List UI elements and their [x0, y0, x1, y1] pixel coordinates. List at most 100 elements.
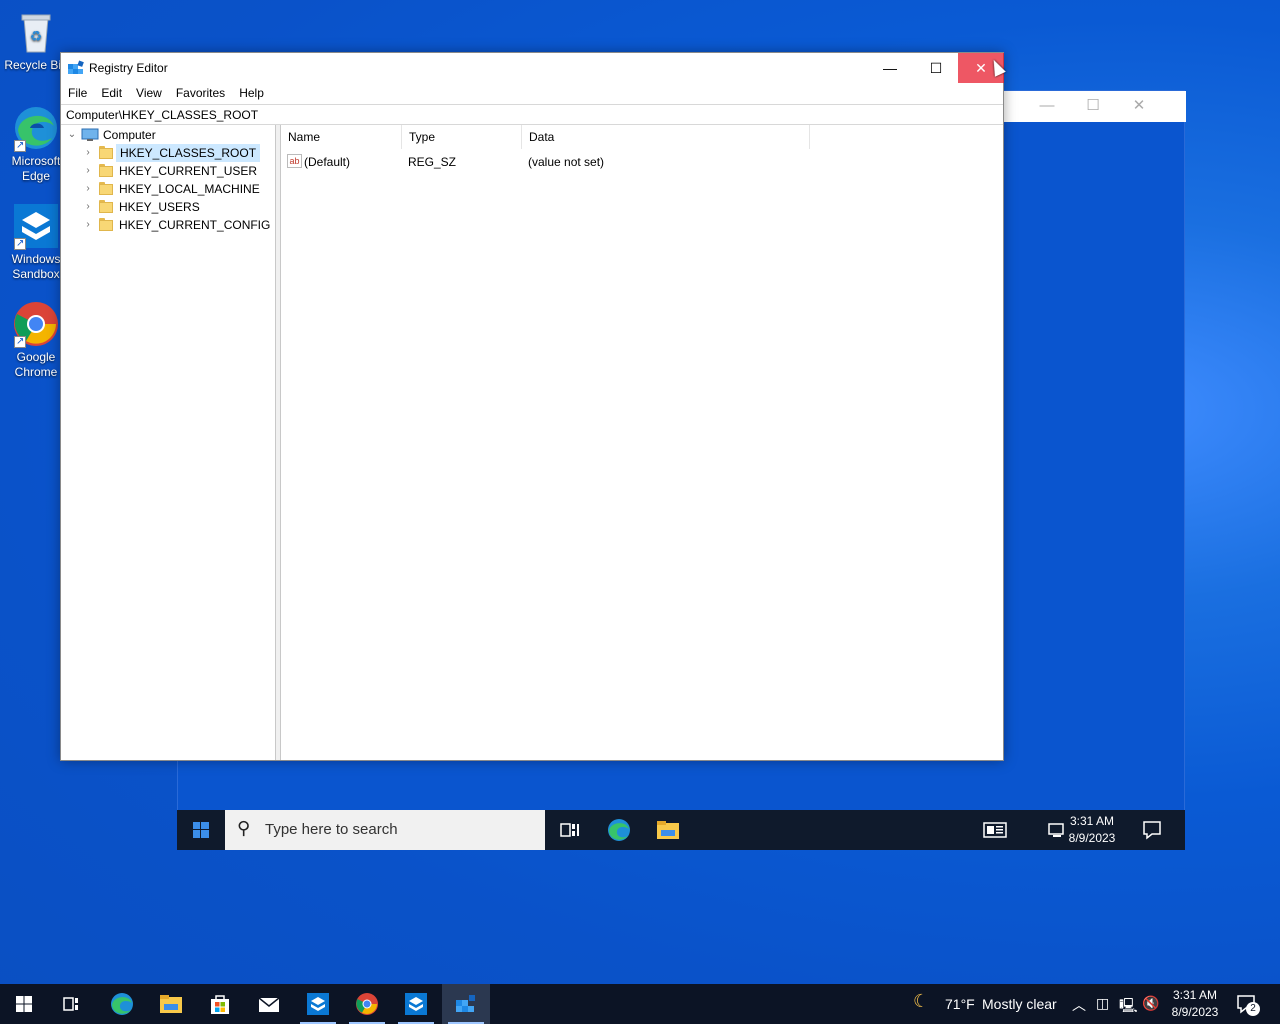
window-title: Registry Editor — [89, 61, 168, 75]
registry-editor-window: Registry Editor — ☐ ✕ File Edit View Favori… — [60, 52, 1004, 761]
vm-search-box[interactable]: ⚲ Type here to search — [225, 810, 545, 850]
menu-file[interactable]: File — [61, 84, 94, 104]
tree-item-hkey-current-user[interactable]: › HKEY_CURRENT_USER — [81, 162, 271, 180]
task-view-icon[interactable] — [558, 818, 582, 842]
file-explorer-icon — [160, 995, 182, 1013]
chevron-right-icon[interactable]: › — [83, 198, 93, 216]
tree-label: HKEY_USERS — [119, 200, 200, 214]
maximize-icon[interactable]: ☐ — [1070, 95, 1116, 117]
address-bar[interactable]: Computer\HKEY_CLASSES_ROOT — [61, 104, 1003, 125]
vm-taskbar: ⚲ Type here to search 3:31 AM 8/9/2023 — [177, 810, 1185, 850]
values-list-pane[interactable]: Name Type Data ab (Default) REG_SZ (valu… — [281, 125, 1003, 760]
maximize-button[interactable]: ☐ — [913, 53, 959, 83]
weather-condition[interactable]: Mostly clear — [982, 996, 1057, 1012]
chevron-right-icon[interactable]: › — [83, 162, 93, 180]
shortcut-arrow-icon — [14, 236, 26, 251]
vm-clock[interactable]: 3:31 AM 8/9/2023 — [1057, 813, 1127, 847]
tree-label: HKEY_CURRENT_CONFIG — [119, 218, 271, 232]
registry-editor-icon — [456, 995, 475, 1012]
tree-label: HKEY_CLASSES_ROOT — [116, 144, 261, 162]
svg-text:♻: ♻ — [30, 28, 43, 44]
start-button[interactable] — [0, 984, 48, 1024]
windows-logo-icon — [16, 996, 32, 1012]
background-window-titlebar: — ☐ ✕ — [1004, 91, 1186, 122]
desktop-icon-recycle-bin[interactable]: ♻ Recycle Bin — [4, 8, 68, 73]
desktop-icon-label: Windows Sandbox — [11, 252, 61, 281]
desktop-icon-microsoft-edge[interactable]: Microsoft Edge — [4, 104, 68, 184]
menu-help[interactable]: Help — [232, 84, 271, 104]
taskbar-windows-sandbox-2[interactable] — [392, 984, 440, 1024]
folder-icon — [99, 182, 113, 195]
tree-item-hkey-local-machine[interactable]: › HKEY_LOCAL_MACHINE — [81, 180, 271, 198]
taskbar-mail[interactable] — [245, 984, 293, 1024]
desktop-icon-label: Google Chrome — [14, 350, 58, 379]
notification-badge: 2 — [1246, 1002, 1260, 1016]
shortcut-arrow-icon — [14, 334, 26, 349]
weather-temp[interactable]: 71°F — [945, 996, 975, 1012]
taskbar-edge[interactable] — [98, 984, 146, 1024]
minimize-icon[interactable]: — — [1024, 95, 1070, 117]
task-view-icon — [63, 997, 78, 1011]
value-name: (Default) — [304, 155, 351, 169]
taskbar-store[interactable] — [196, 984, 244, 1024]
column-header-data[interactable]: Data — [522, 125, 810, 149]
key-tree-pane[interactable]: ⌄ Computer › HKEY_CLASSES_ROOT › HKEY_CU… — [61, 125, 276, 760]
desktop-icon-windows-sandbox[interactable]: Windows Sandbox — [4, 202, 68, 282]
address-path: Computer\HKEY_CLASSES_ROOT — [66, 108, 259, 122]
edge-icon[interactable] — [607, 818, 631, 842]
sandbox-icon — [12, 202, 60, 251]
edge-icon — [111, 993, 133, 1015]
tree-label: HKEY_CURRENT_USER — [119, 164, 258, 178]
taskbar-chrome[interactable] — [343, 984, 391, 1024]
column-header-type[interactable]: Type — [402, 125, 522, 149]
weather-icon[interactable]: ☾ — [913, 991, 929, 1012]
chevron-up-icon[interactable]: ︿ — [1072, 995, 1086, 1015]
computer-icon — [81, 128, 99, 141]
chrome-icon — [356, 993, 378, 1015]
registry-editor-icon — [68, 60, 84, 76]
clock-time: 3:31 AM — [1172, 988, 1218, 1002]
meet-now-icon[interactable]: ◫ — [1096, 995, 1109, 1012]
chevron-right-icon[interactable]: › — [83, 216, 93, 234]
menu-edit[interactable]: Edit — [94, 84, 129, 104]
clock-date: 8/9/2023 — [1171, 1005, 1219, 1019]
taskbar-file-explorer[interactable] — [147, 984, 195, 1024]
folder-icon — [99, 146, 113, 159]
shortcut-arrow-icon — [14, 138, 26, 153]
taskbar-windows-sandbox[interactable] — [294, 984, 342, 1024]
minimize-button[interactable]: — — [867, 53, 913, 83]
close-icon[interactable]: ✕ — [1116, 95, 1162, 117]
network-icon[interactable]: 🖳 — [1119, 995, 1138, 1019]
menu-favorites[interactable]: Favorites — [169, 84, 232, 104]
tree-item-hkey-current-config[interactable]: › HKEY_CURRENT_CONFIG — [81, 216, 271, 234]
news-icon[interactable] — [983, 818, 1007, 842]
task-view-button[interactable] — [48, 984, 96, 1024]
taskbar-registry-editor[interactable] — [442, 984, 490, 1024]
tree-item-hkey-users[interactable]: › HKEY_USERS — [81, 198, 271, 216]
file-explorer-icon[interactable] — [656, 818, 680, 842]
volume-muted-icon[interactable]: 🔇 — [1142, 995, 1159, 1012]
chevron-down-icon[interactable]: ⌄ — [67, 126, 77, 144]
vm-clock-date: 8/9/2023 — [1068, 831, 1116, 845]
value-row[interactable]: ab (Default) REG_SZ (value not set) — [281, 153, 810, 171]
chrome-icon — [12, 300, 60, 349]
chevron-right-icon[interactable]: › — [83, 144, 93, 162]
search-icon: ⚲ — [237, 818, 251, 838]
store-icon — [211, 995, 229, 1014]
menu-bar: File Edit View Favorites Help — [61, 84, 1003, 104]
desktop-icon-label: Recycle Bin — [4, 58, 68, 72]
column-header-name[interactable]: Name — [281, 125, 402, 149]
notification-icon[interactable] — [1140, 818, 1164, 842]
tree-item-hkey-classes-root[interactable]: › HKEY_CLASSES_ROOT — [81, 144, 271, 162]
action-center-button[interactable]: 2 — [1234, 992, 1262, 1018]
vm-start-button[interactable] — [177, 810, 225, 850]
recycle-bin-icon: ♻ — [12, 8, 60, 56]
windows-logo-icon — [193, 822, 209, 838]
clock[interactable]: 3:31 AM 8/9/2023 — [1164, 987, 1226, 1021]
menu-view[interactable]: View — [129, 84, 169, 104]
chevron-right-icon[interactable]: › — [83, 180, 93, 198]
tree-item-computer[interactable]: ⌄ Computer — [65, 126, 265, 144]
desktop-icon-google-chrome[interactable]: Google Chrome — [4, 300, 68, 380]
titlebar[interactable]: Registry Editor — ☐ ✕ — [61, 53, 1004, 83]
value-type: REG_SZ — [408, 155, 457, 169]
